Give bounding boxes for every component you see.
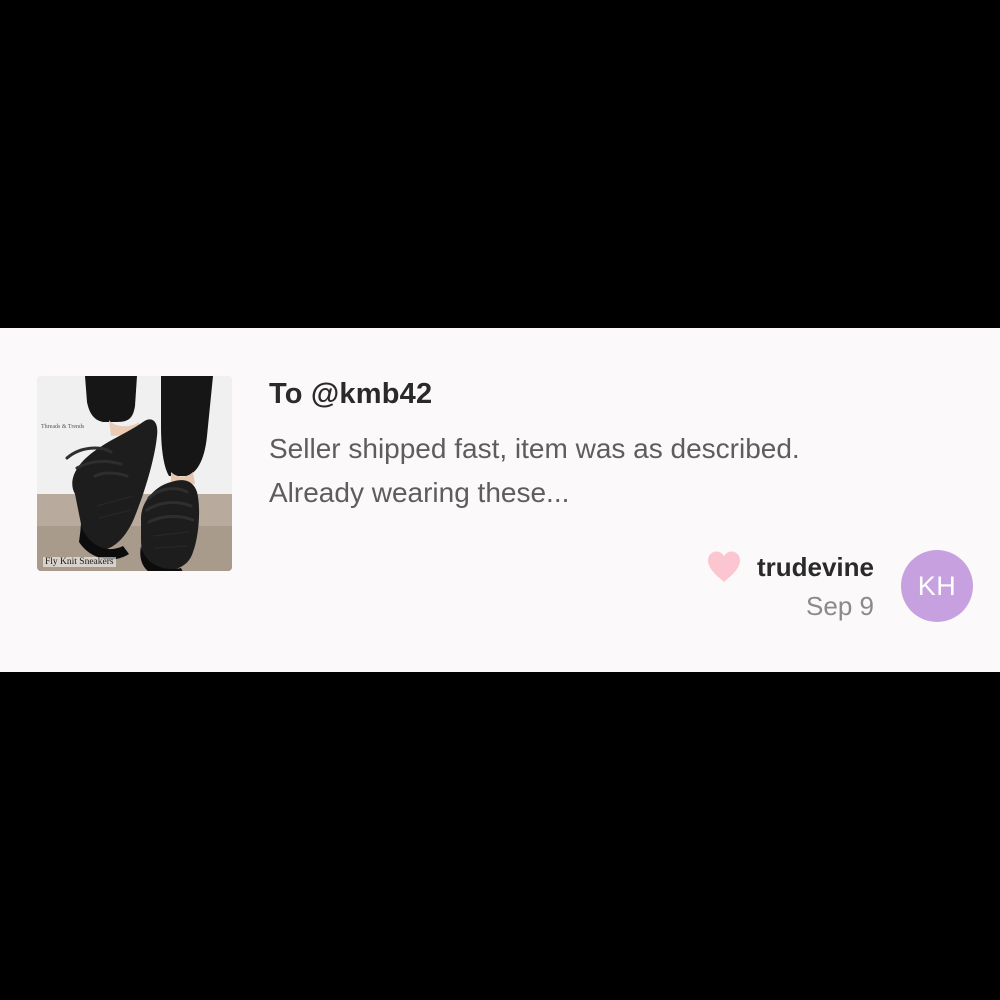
- product-brand-watermark: Threads & Trends: [41, 424, 85, 430]
- review-date: Sep 9: [806, 591, 874, 621]
- product-caption: Fly Knit Sneakers: [43, 557, 116, 567]
- review-recipient[interactable]: To @kmb42: [269, 378, 432, 411]
- heart-icon[interactable]: [706, 550, 742, 584]
- reviewer-username[interactable]: trudevine: [757, 552, 874, 583]
- sneakers-photo: [37, 376, 232, 571]
- review-message-line-2: Already wearing these...: [269, 477, 570, 508]
- review-message: Seller shipped fast, item was as describ…: [269, 427, 949, 515]
- review-message-line-1: Seller shipped fast, item was as describ…: [269, 433, 800, 464]
- product-thumbnail[interactable]: Threads & Trends Fly Knit Sneakers: [37, 376, 232, 571]
- screen: Threads & Trends Fly Knit Sneakers To @k…: [0, 0, 1000, 1000]
- review-card[interactable]: Threads & Trends Fly Knit Sneakers To @k…: [0, 328, 1000, 672]
- reviewer-avatar[interactable]: KH: [901, 550, 973, 622]
